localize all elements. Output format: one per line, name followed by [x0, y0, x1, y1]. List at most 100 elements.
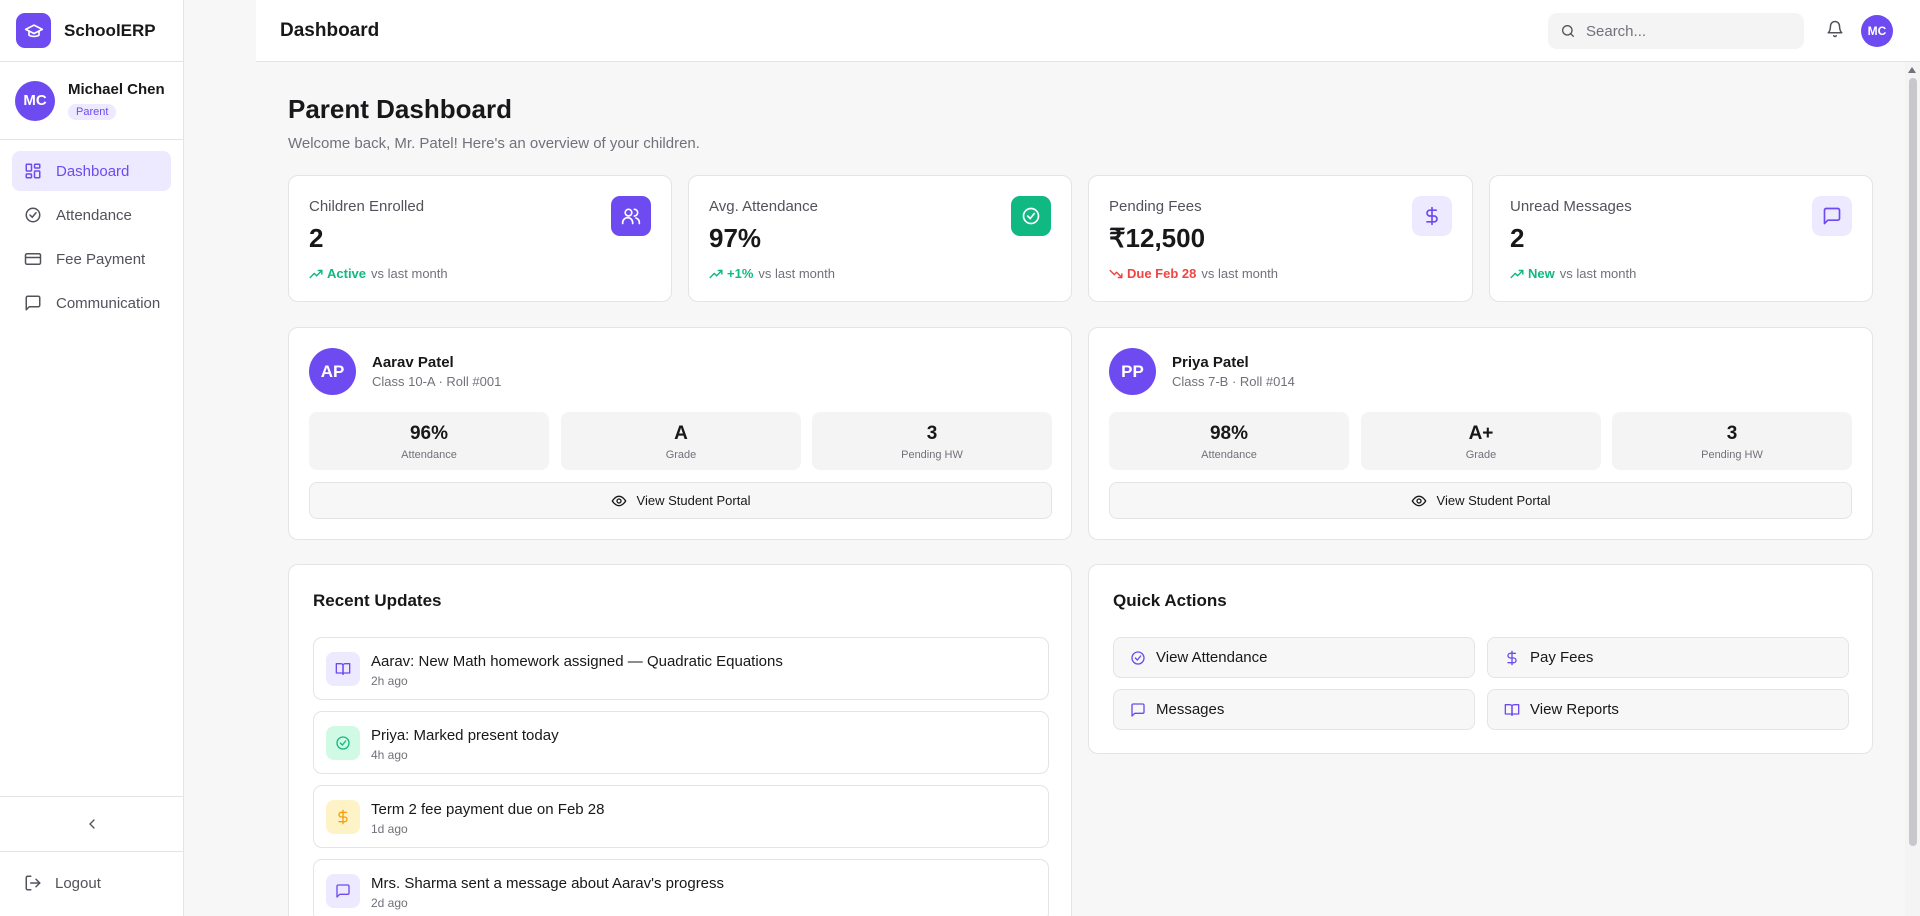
update-time: 1d ago — [371, 822, 408, 836]
logout-label: Logout — [55, 874, 101, 892]
stat-value: 2 — [1510, 223, 1525, 253]
message-icon — [25, 295, 41, 311]
list-item[interactable]: Aarav: New Math homework assigned — Quad… — [313, 637, 1049, 700]
chevron-left-icon — [88, 819, 95, 829]
sidebar-item-label: Dashboard — [56, 162, 130, 180]
messages-button[interactable]: Messages — [1113, 689, 1475, 730]
search-box[interactable] — [1548, 13, 1804, 49]
logout-button[interactable]: Logout — [24, 874, 101, 892]
scrollbar-thumb[interactable] — [1909, 78, 1917, 846]
view-student-portal-button[interactable]: View Student Portal — [1109, 482, 1852, 519]
button-label: Pay Fees — [1530, 649, 1594, 666]
trend-value: Active — [327, 266, 367, 281]
stat-value: ₹12,500 — [1109, 223, 1206, 253]
update-text: Aarav: New Math homework assigned — Quad… — [371, 653, 783, 670]
app-name: SchoolERP — [64, 20, 156, 40]
metric-label: Grade — [1465, 449, 1497, 461]
stat-label: Unread Messages — [1510, 198, 1632, 215]
metric-label: Pending HW — [1701, 449, 1763, 461]
notifications-button[interactable] — [1826, 20, 1844, 38]
sidebar-item-communication[interactable]: Communication — [12, 283, 171, 323]
update-text: Priya: Marked present today — [371, 727, 559, 744]
trend-text: vs last month — [1559, 266, 1637, 281]
sidebar-item-attendance[interactable]: Attendance — [12, 195, 171, 235]
metric-attendance: 98% Attendance — [1109, 412, 1349, 470]
update-text: Term 2 fee payment due on Feb 28 — [371, 801, 605, 818]
trend-text: vs last month — [371, 266, 448, 281]
dollar-icon — [1507, 650, 1517, 665]
metric-label: Attendance — [401, 449, 457, 461]
trend-value: Due Feb 28 — [1127, 266, 1197, 281]
quick-actions-card: Quick Actions View Attendance Pay Fees M… — [1088, 564, 1873, 754]
avatar: MC — [15, 80, 55, 121]
collapse-sidebar-button[interactable] — [0, 796, 183, 852]
button-label: View Student Portal — [636, 493, 751, 508]
user-name: Michael Chen — [68, 81, 165, 98]
role-badge: Parent — [68, 104, 117, 120]
user-avatar-button[interactable]: MC — [1861, 15, 1893, 47]
button-label: View Attendance — [1156, 649, 1268, 666]
view-reports-button[interactable]: View Reports — [1487, 689, 1849, 730]
stat-label: Pending Fees — [1109, 198, 1202, 215]
metric-value: 96% — [409, 423, 449, 444]
list-item[interactable]: Priya: Marked present today 4h ago — [313, 711, 1049, 774]
book-icon — [1504, 703, 1520, 716]
sidebar-nav: Dashboard Attendance Fee Payment Communi… — [0, 140, 183, 338]
trend-down-icon — [1109, 269, 1123, 278]
logout-icon — [25, 875, 41, 891]
metric-label: Pending HW — [901, 449, 963, 461]
search-icon — [1562, 25, 1574, 37]
trend-value: New — [1528, 266, 1555, 281]
stat-label: Avg. Attendance — [709, 198, 818, 215]
dollar-icon — [326, 800, 360, 834]
list-item[interactable]: Mrs. Sharma sent a message about Aarav's… — [313, 859, 1049, 916]
child-class-roll: Class 7-B · Roll #014 — [1172, 374, 1295, 389]
trend-up-icon — [709, 269, 723, 278]
message-icon — [326, 874, 360, 908]
metric-label: Grade — [665, 449, 697, 461]
trend-up-icon — [1510, 269, 1524, 278]
stat-card-pending-fees: Pending Fees ₹12,500 Due Feb 28 vs last … — [1088, 175, 1473, 302]
trend-text: vs last month — [1201, 266, 1278, 281]
child-name: Priya Patel — [1172, 354, 1249, 371]
trend-text: vs last month — [758, 266, 835, 281]
page-subtitle: Welcome back, Mr. Patel! Here's an overv… — [288, 135, 700, 152]
child-class-roll: Class 10-A · Roll #001 — [372, 374, 502, 389]
stat-value: 2 — [309, 223, 324, 253]
view-student-portal-button[interactable]: View Student Portal — [309, 482, 1052, 519]
metric-pending-hw: 3 Pending HW — [812, 412, 1052, 470]
check-circle-icon — [1011, 196, 1051, 236]
metric-value: A+ — [1468, 423, 1494, 444]
check-circle-icon — [326, 726, 360, 760]
update-time: 2d ago — [371, 896, 408, 910]
credit-card-icon — [24, 253, 42, 265]
check-circle-icon — [1131, 650, 1145, 665]
main-content: Parent Dashboard Welcome back, Mr. Patel… — [288, 94, 1872, 152]
metric-attendance: 96% Attendance — [309, 412, 549, 470]
page-title: Parent Dashboard — [288, 94, 512, 124]
dollar-icon — [1412, 196, 1452, 236]
update-time: 4h ago — [371, 748, 408, 762]
user-profile: MC Michael Chen Parent — [0, 62, 183, 140]
sidebar-item-label: Communication — [56, 294, 161, 312]
trend-value: +1% — [727, 266, 754, 281]
search-input[interactable] — [1586, 22, 1786, 40]
recent-updates-card: Recent Updates Aarav: New Math homework … — [288, 564, 1072, 916]
stat-card-children-enrolled: Children Enrolled 2 Active vs last month — [288, 175, 672, 302]
stat-trend: +1% vs last month — [709, 266, 835, 281]
stat-trend: Due Feb 28 vs last month — [1109, 266, 1278, 281]
dashboard-icon — [25, 163, 41, 179]
view-attendance-button[interactable]: View Attendance — [1113, 637, 1475, 678]
child-card-priya: PP Priya Patel Class 7-B · Roll #014 98%… — [1088, 327, 1873, 540]
scroll-up-arrow[interactable] — [1908, 67, 1916, 73]
sidebar-item-dashboard[interactable]: Dashboard — [12, 151, 171, 191]
list-item[interactable]: Term 2 fee payment due on Feb 28 1d ago — [313, 785, 1049, 848]
sidebar-item-fee-payment[interactable]: Fee Payment — [12, 239, 171, 279]
update-time: 2h ago — [371, 674, 408, 688]
metric-grade: A+ Grade — [1361, 412, 1601, 470]
child-name: Aarav Patel — [372, 354, 454, 371]
eye-icon — [1411, 495, 1426, 506]
pay-fees-button[interactable]: Pay Fees — [1487, 637, 1849, 678]
check-circle-icon — [25, 207, 41, 223]
section-title: Recent Updates — [313, 591, 442, 610]
